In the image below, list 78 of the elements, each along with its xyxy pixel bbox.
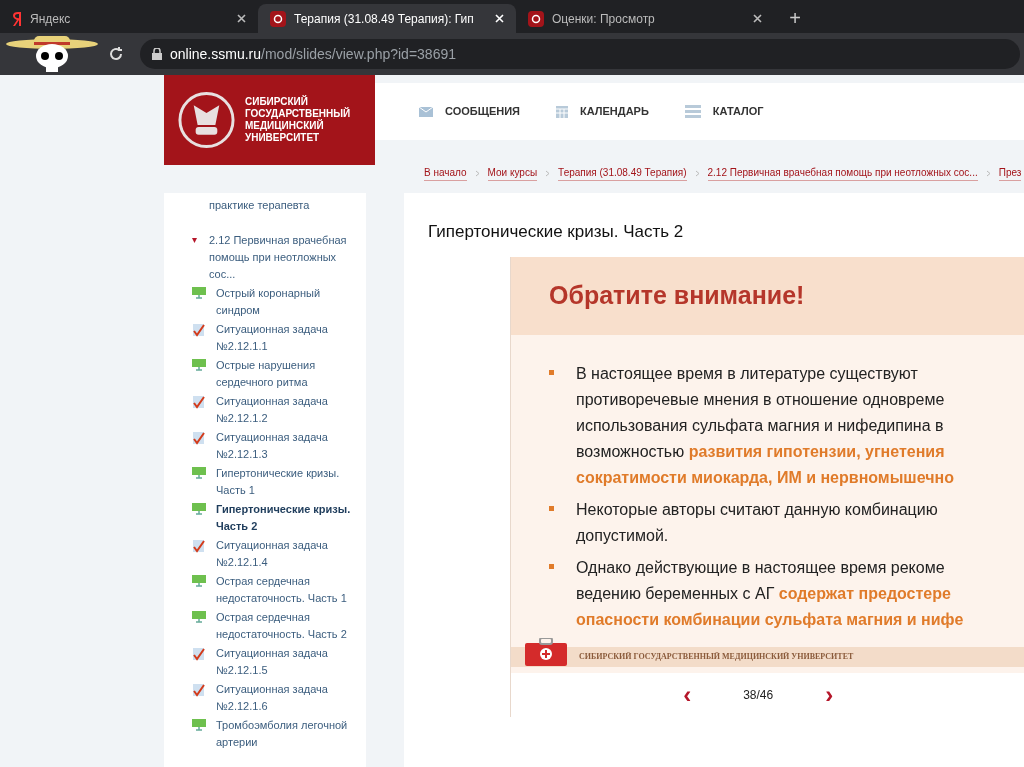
bullet-mark: [549, 563, 554, 569]
monitor-icon: [192, 611, 206, 623]
logo-text: СИБИРСКИЙ ГОСУДАРСТВЕННЫЙ МЕДИЦИНСКИЙ УНИВЕРСИТЕТ: [245, 96, 352, 144]
checklist-icon: [192, 395, 206, 409]
checklist-icon: [192, 647, 206, 661]
sidebar-item[interactable]: Гипертонические кризы. Часть 1: [214, 465, 352, 499]
sidebar-item[interactable]: Ситуационная задача №2.12.1.3: [214, 429, 352, 463]
slide-heading: Обратите внимание!: [549, 279, 805, 311]
new-tab-button[interactable]: +: [782, 5, 808, 31]
monitor-icon: [192, 287, 206, 299]
chevron-icon: [694, 169, 700, 177]
sidebar-item[interactable]: Ситуационная задача №2.12.1.5: [214, 645, 352, 679]
monitor-icon: [192, 719, 206, 731]
slide-text-line: использования сульфата магния и нифедипина в: [576, 415, 945, 436]
breadcrumb-link[interactable]: През: [998, 165, 1022, 181]
slide-footer-text: СИБИРСКИЙ ГОСУДАРСТВЕННЫЙ МЕДИЦИНСКИЙ УНИВЕРСИТЕТ: [579, 650, 854, 663]
sidebar-item[interactable]: Гипертонические кризы. Часть 2: [214, 501, 352, 535]
browser-tab[interactable]: Яндекс: [0, 4, 258, 33]
checklist-icon: [192, 683, 206, 697]
page-title: Гипертонические кризы. Часть 2: [428, 221, 685, 243]
browser-tab[interactable]: Терапия (31.08.49 Терапия): Гип: [258, 4, 516, 33]
medical-case-icon: [525, 637, 567, 666]
breadcrumb-link[interactable]: В начало: [424, 165, 467, 181]
nav-link[interactable]: КАТАЛОГ: [684, 103, 764, 120]
lock-icon: [152, 48, 162, 60]
reload-icon[interactable]: [108, 46, 124, 62]
breadcrumb-link[interactable]: Терапия (31.08.49 Терапия): [558, 165, 687, 181]
chevron-icon: [985, 169, 991, 177]
bullet-mark: [549, 505, 554, 511]
calendar-icon: [556, 105, 568, 118]
slide-text-line: В настоящее время в литературе существуют: [576, 363, 919, 384]
section-link[interactable]: 2.12 Первичная врачебная помощь при неотложных сос...: [209, 232, 349, 283]
sidebar-item[interactable]: Ситуационная задача №2.12.1.4: [214, 537, 352, 571]
chevron-icon: [545, 169, 551, 177]
sidebar-item[interactable]: Острая сердечная недостаточность. Часть 1: [214, 573, 352, 607]
monitor-icon: [192, 359, 206, 371]
university-logo[interactable]: СИБИРСКИЙ ГОСУДАРСТВЕННЫЙ МЕДИЦИНСКИЙ УНИВЕРСИТЕТ: [164, 75, 375, 165]
checklist-icon: [192, 431, 206, 445]
slide-text-line: возможностью развития гипотензии, угнетения: [576, 441, 946, 462]
monitor-icon: [192, 503, 206, 515]
chevron-icon: [474, 169, 480, 177]
slide-text-line: допустимой.: [576, 525, 670, 546]
address-bar[interactable]: online.ssmu.ru/mod/slides/view.php?id=38691: [140, 39, 1020, 69]
letter-y-icon: [12, 10, 22, 27]
sidebar-item[interactable]: Острые нарушения сердечного ритма: [214, 357, 352, 391]
stack-icon: [684, 105, 701, 118]
slide-text-line: сократимости миокарда, ИМ и нервномышечно: [576, 467, 954, 488]
next-button[interactable]: ›: [825, 682, 834, 707]
url-text: online.ssmu.ru/mod/slides/view.php?id=38691: [170, 44, 456, 64]
slide-text-line: противоречевые мнения в отношение одновреме: [576, 389, 946, 410]
slide-text-line: опасности комбинации сульфата магния и нифе: [576, 609, 964, 630]
monitor-icon: [192, 467, 206, 479]
bullet-mark: [549, 369, 554, 375]
sidebar-item[interactable]: Острый коронарный синдром: [214, 285, 352, 319]
breadcrumb-link[interactable]: Мои курсы: [487, 165, 538, 181]
close-icon[interactable]: [237, 14, 246, 23]
sidebar-item[interactable]: Тромбоэмболия легочной артерии: [214, 717, 352, 751]
skull-hat-icon: [4, 34, 100, 74]
monitor-icon: [192, 575, 206, 587]
close-icon[interactable]: [753, 14, 762, 23]
breadcrumb-link[interactable]: 2.12 Первичная врачебная помощь при неотложных сос...: [707, 165, 978, 181]
sidebar-item[interactable]: Ситуационная задача №2.12.1.2: [214, 393, 352, 427]
sidebar-link[interactable]: практике терапевта: [209, 197, 349, 214]
slide-text-line: Некоторые авторы считают данную комбинацию: [576, 499, 938, 520]
checklist-icon: [192, 323, 206, 337]
browser-tab[interactable]: Оценки: Просмотр: [516, 4, 774, 33]
envelope-icon: [419, 106, 433, 117]
caret-down-icon[interactable]: [192, 238, 197, 243]
sidebar-item[interactable]: Ситуационная задача №2.12.1.1: [214, 321, 352, 355]
checklist-icon: [192, 539, 206, 553]
slide-counter: 38/46: [743, 686, 774, 704]
nav-link[interactable]: КАЛЕНДАРЬ: [556, 103, 649, 120]
slide-text-line: ведению беременных с АГ содержат предостере: [576, 583, 952, 604]
sidebar-item[interactable]: Острая сердечная недостаточность. Часть 2: [214, 609, 352, 643]
slide-text-line: Однако действующие в настоящее время рекоме: [576, 557, 946, 578]
nav-link[interactable]: СООБЩЕНИЯ: [419, 103, 520, 120]
previous-button[interactable]: ‹: [683, 682, 692, 707]
sidebar-item[interactable]: Ситуационная задача №2.12.1.6: [214, 681, 352, 715]
